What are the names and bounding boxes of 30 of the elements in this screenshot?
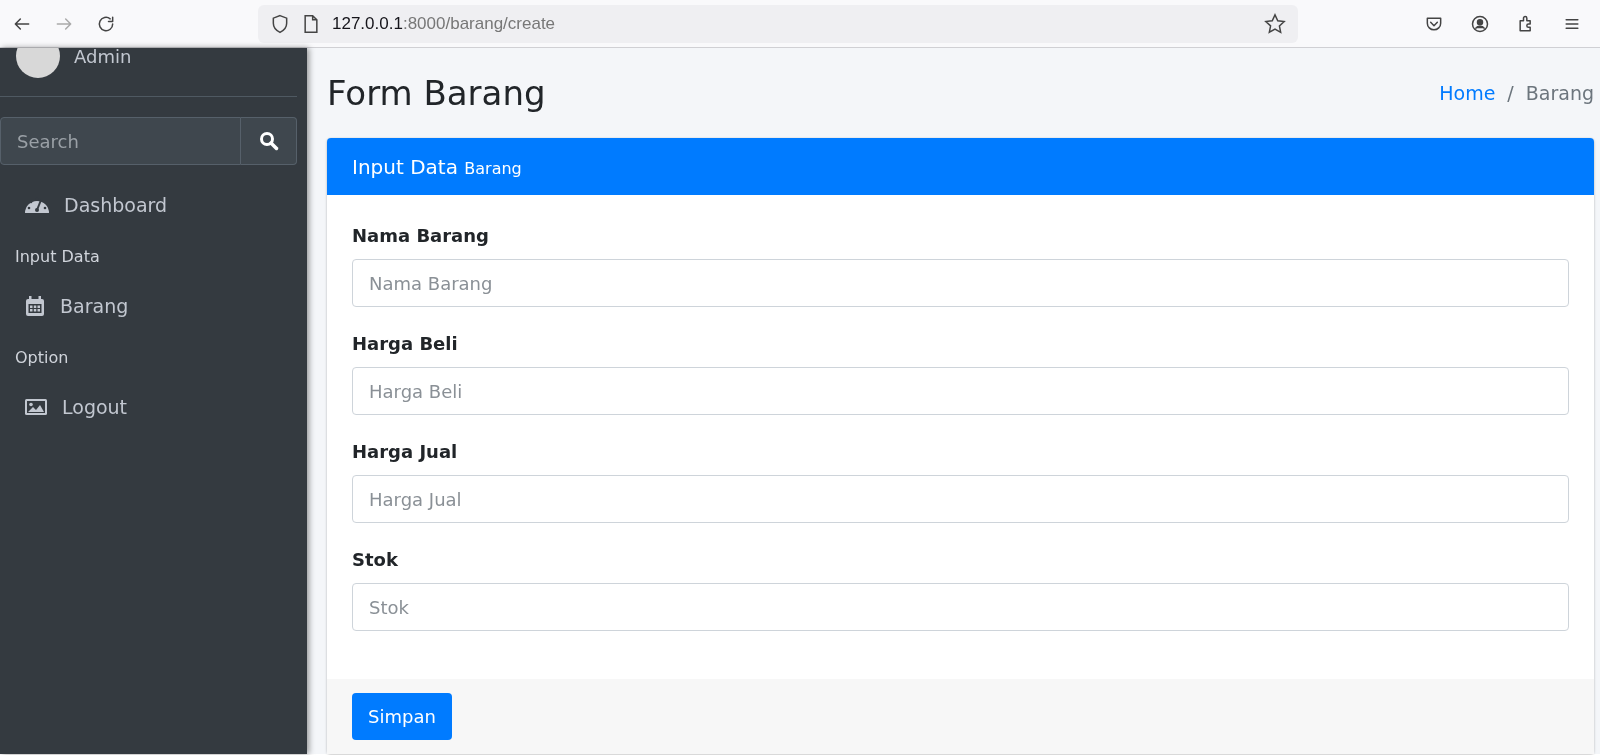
input-field[interactable]: Harga Beli <box>352 367 1569 415</box>
shield-icon <box>270 13 290 34</box>
user-name[interactable]: Admin <box>74 48 132 67</box>
input-field[interactable]: Stok <box>352 583 1569 631</box>
account-icon[interactable] <box>1470 13 1490 34</box>
nav-section-header: Input Data <box>14 246 101 268</box>
search-icon <box>258 131 279 151</box>
input-field[interactable]: Nama Barang <box>352 259 1569 307</box>
field-label: Stok <box>352 549 399 570</box>
calendar-icon <box>24 295 46 317</box>
nav-link[interactable]: Barang <box>60 295 129 317</box>
search-button[interactable] <box>241 117 297 165</box>
nav-section-header: Option <box>14 347 70 369</box>
card-title: Input Data Barang <box>352 154 522 179</box>
search-field[interactable]: Search <box>0 117 241 165</box>
nav-link[interactable]: Dashboard <box>64 194 168 216</box>
field-label: Harga Beli <box>352 333 459 354</box>
breadcrumb-separator: / <box>1507 82 1514 104</box>
star-icon[interactable] <box>1264 12 1286 35</box>
url-field[interactable]: 127.0.0.1:8000/barang/create <box>258 4 1298 43</box>
breadcrumb-link[interactable]: Home <box>1439 82 1496 104</box>
field-label: Nama Barang <box>352 225 490 246</box>
page-title: Form Barang <box>327 73 546 113</box>
image-icon <box>24 397 48 417</box>
nav-link[interactable]: Logout <box>62 396 128 418</box>
field-label: Harga Jual <box>352 441 459 462</box>
input-field[interactable]: Harga Jual <box>352 475 1569 523</box>
page-icon <box>302 13 320 34</box>
breadcrumb-current: Barang <box>1525 82 1594 104</box>
save-button[interactable]: Simpan <box>352 693 452 740</box>
